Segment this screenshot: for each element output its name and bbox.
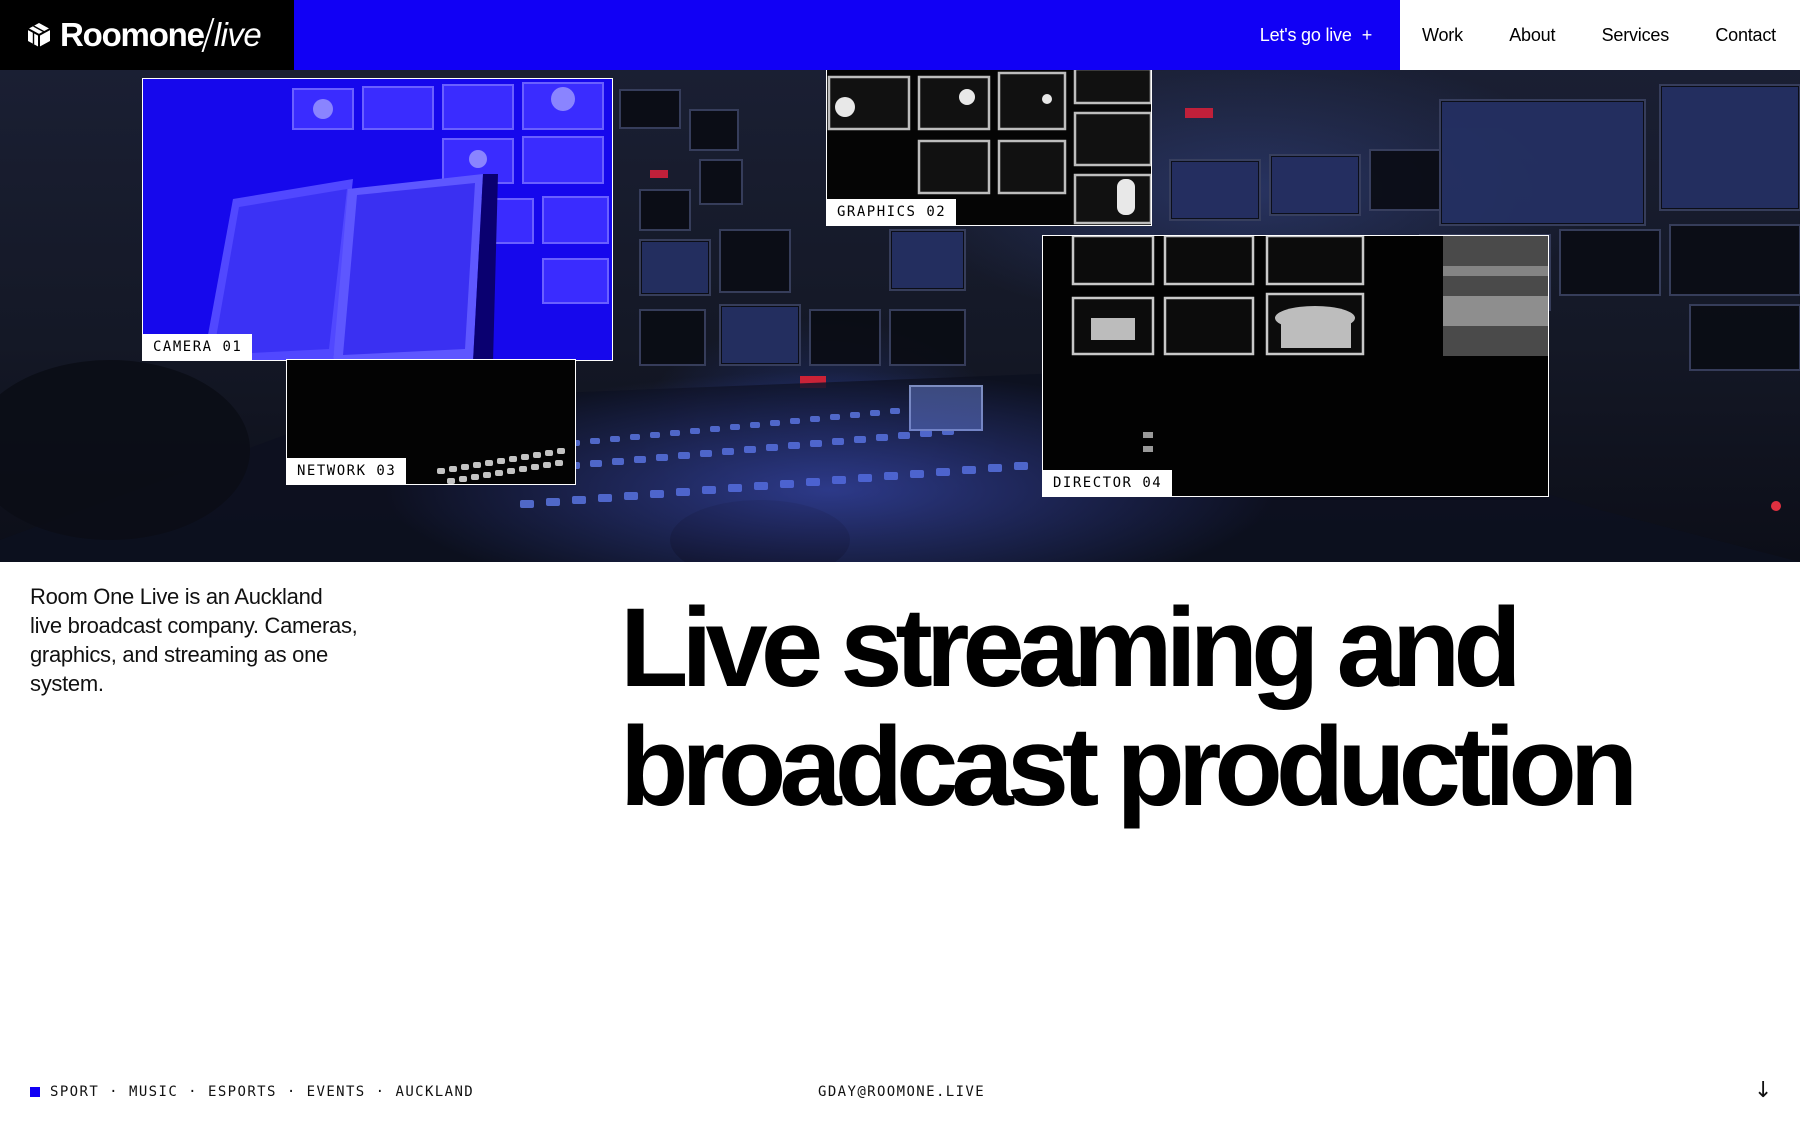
headline-line-2: broadcast production [620,704,1638,829]
nav-link-about[interactable]: About [1509,25,1555,46]
logo[interactable]: Roomone live [0,0,294,70]
scroll-down-icon[interactable]: ↓ [1754,1078,1774,1103]
director-feed-image [1043,236,1548,496]
nav-link-services[interactable]: Services [1602,25,1670,46]
logo-suffix: live [213,16,262,53]
cta-band: Let's go live + [294,0,1400,70]
lets-go-live-button[interactable]: Let's go live + [1260,25,1372,46]
network-feed-frame[interactable]: NETWORK 03 [286,359,576,485]
camera-feed-label: CAMERA 01 [143,334,253,360]
logo-wordmark: Roomone live [60,16,262,54]
tag-esports: ESPORTS [208,1084,277,1100]
tag-separator: · [109,1084,119,1100]
graphics-feed-frame[interactable]: GRAPHICS 02 [826,70,1152,226]
logo-name: Roomone [60,16,205,53]
email-link[interactable]: GDAY@ROOMONE.LIVE [818,1084,985,1100]
site-header: Roomone live Let's go live + Work About … [0,0,1800,70]
camera-feed-image [143,79,612,360]
category-tags: SPORT · MUSIC · ESPORTS · EVENTS · AUCKL… [30,1084,474,1100]
cta-label: Let's go live [1259,24,1352,45]
nav-link-work[interactable]: Work [1422,25,1463,46]
square-bullet-icon [30,1087,40,1097]
main-nav: Work About Services Contact [1400,0,1800,70]
tag-sport: SPORT [50,1084,100,1100]
plus-icon: + [1361,24,1373,45]
page-headline: Live streaming and broadcast production [620,588,1780,826]
tag-music: MUSIC [129,1084,179,1100]
tag-auckland: AUCKLAND [395,1084,475,1100]
nav-link-contact[interactable]: Contact [1715,25,1776,46]
intro-text: Room One Live is an Auckland live broadc… [30,584,358,696]
tag-separator: · [188,1084,198,1100]
director-feed-frame[interactable]: DIRECTOR 04 [1042,235,1549,497]
camera-feed-frame[interactable]: CAMERA 01 [142,78,613,361]
hero-image: CAMERA 01 NETWORK 03 GRAPHICS 02 DIRECTO… [0,70,1800,562]
tag-separator: · [286,1084,297,1100]
director-feed-label: DIRECTOR 04 [1043,470,1173,496]
network-feed-label: NETWORK 03 [287,458,407,484]
tag-events: EVENTS [306,1084,366,1100]
headline-line-1: Live streaming and [620,585,1522,710]
footer-strip: SPORT · MUSIC · ESPORTS · EVENTS · AUCKL… [0,1078,1800,1108]
graphics-feed-label: GRAPHICS 02 [827,199,957,225]
tag-separator: · [375,1084,386,1100]
cube-logo-icon [27,23,51,47]
